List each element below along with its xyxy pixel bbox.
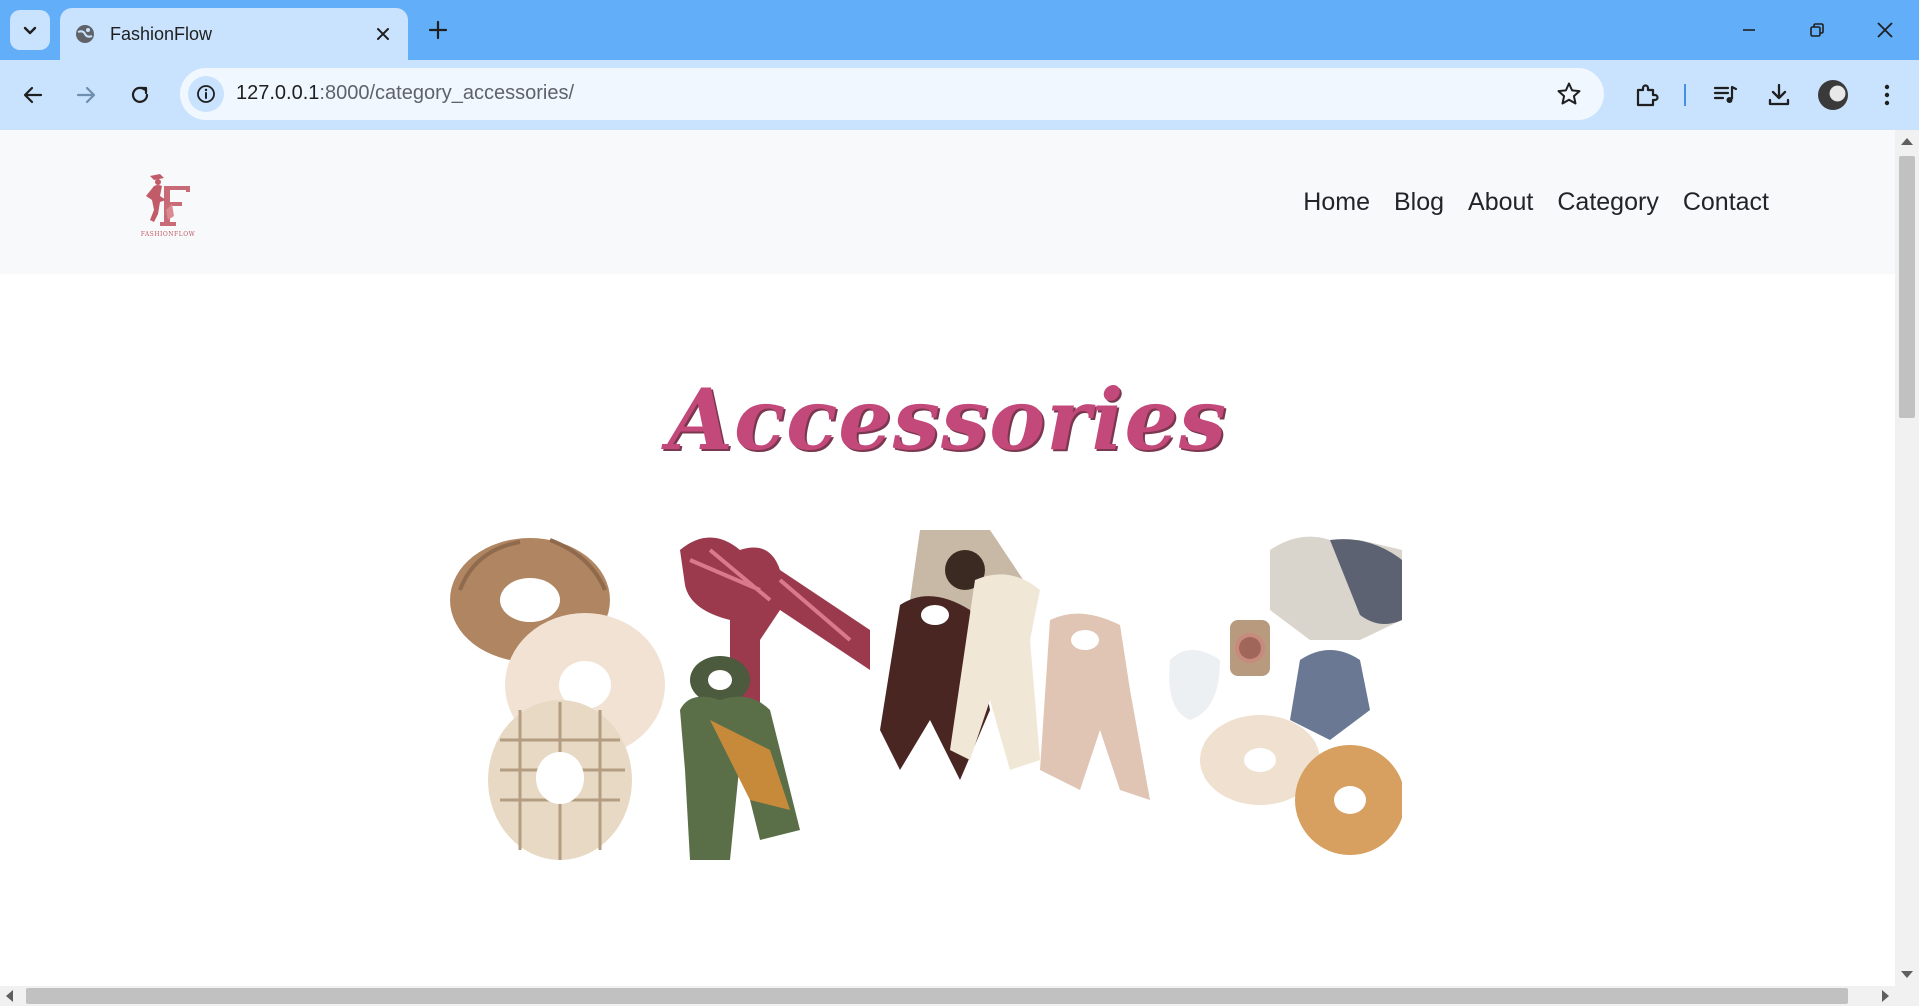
site-info-button[interactable] [188,76,224,112]
new-tab-button[interactable] [424,16,452,44]
nav-link-blog[interactable]: Blog [1394,188,1444,217]
nav-link-contact[interactable]: Contact [1683,188,1769,217]
nav-link-category[interactable]: Category [1557,188,1658,217]
media-controls-button[interactable] [1708,78,1742,112]
main-nav: Home Blog About Category Contact [1303,188,1769,217]
green-scarf-scrunchie [680,656,800,860]
puzzle-icon [1636,84,1659,107]
browser-tab[interactable]: FashionFlow [60,8,408,60]
tab-title: FashionFlow [110,23,213,44]
accessories-hero-image [450,530,1402,860]
reload-button[interactable] [121,76,159,114]
chevron-down-icon [23,26,37,35]
logo-mark [146,174,190,226]
satin-scrunchies [1169,536,1402,855]
minimize-button[interactable] [1724,10,1774,50]
tab-search-button[interactable] [10,10,50,50]
logo-text: FASHIONFLOW [140,231,196,238]
star-icon[interactable] [1556,81,1582,107]
profile-avatar[interactable] [1818,80,1848,110]
fashionflow-logo[interactable]: FASHIONFLOW [130,170,206,242]
nav-link-home[interactable]: Home [1303,188,1370,217]
vertical-scrollbar[interactable] [1895,130,1919,986]
horizontal-scroll-thumb[interactable] [26,988,1848,1004]
browser-tab-strip: FashionFlow [0,0,1919,60]
site-header: FASHIONFLOW Home Blog About Category Con… [0,130,1895,274]
scroll-left-arrow-icon[interactable] [6,990,13,1002]
bow-scrunchies [880,530,1150,800]
download-icon [1768,83,1790,106]
kebab-menu-icon [1884,84,1890,106]
restore-icon [1810,23,1824,37]
page-viewport: FASHIONFLOW Home Blog About Category Con… [0,130,1895,986]
plus-icon [428,20,448,40]
url-path: :8000/category_accessories/ [319,82,575,104]
scroll-right-arrow-icon[interactable] [1882,990,1889,1002]
media-queue-icon [1713,85,1738,103]
close-icon [1877,22,1893,38]
close-tab-button[interactable] [372,23,394,45]
toolbar-separator [1684,84,1686,106]
address-bar[interactable]: 127.0.0.1:8000/category_accessories/ [180,68,1604,120]
browser-menu-button[interactable] [1870,78,1904,112]
close-window-button[interactable] [1860,10,1910,50]
minimize-icon [1743,29,1755,31]
url-text[interactable]: 127.0.0.1:8000/category_accessories/ [236,82,574,105]
category-heading: Accessories [667,370,1228,469]
scroll-up-arrow-icon[interactable] [1901,138,1913,145]
arrow-right-icon [76,86,96,104]
info-icon [197,85,215,103]
downloads-button[interactable] [1762,78,1796,112]
restore-button[interactable] [1792,10,1842,50]
nav-link-about[interactable]: About [1468,188,1533,217]
arrow-left-icon [23,86,43,104]
reload-icon [131,86,149,103]
url-host: 127.0.0.1 [236,82,320,104]
browser-toolbar: 127.0.0.1:8000/category_accessories/ [0,60,1919,130]
plaid-scrunchie [488,700,632,860]
back-button[interactable] [14,76,52,114]
horizontal-scrollbar[interactable] [0,986,1919,1006]
close-icon [377,28,389,40]
extensions-button[interactable] [1630,78,1664,112]
globe-icon [76,25,94,43]
forward-button[interactable] [67,76,105,114]
vertical-scroll-thumb[interactable] [1899,156,1915,418]
scroll-down-arrow-icon[interactable] [1901,971,1913,978]
